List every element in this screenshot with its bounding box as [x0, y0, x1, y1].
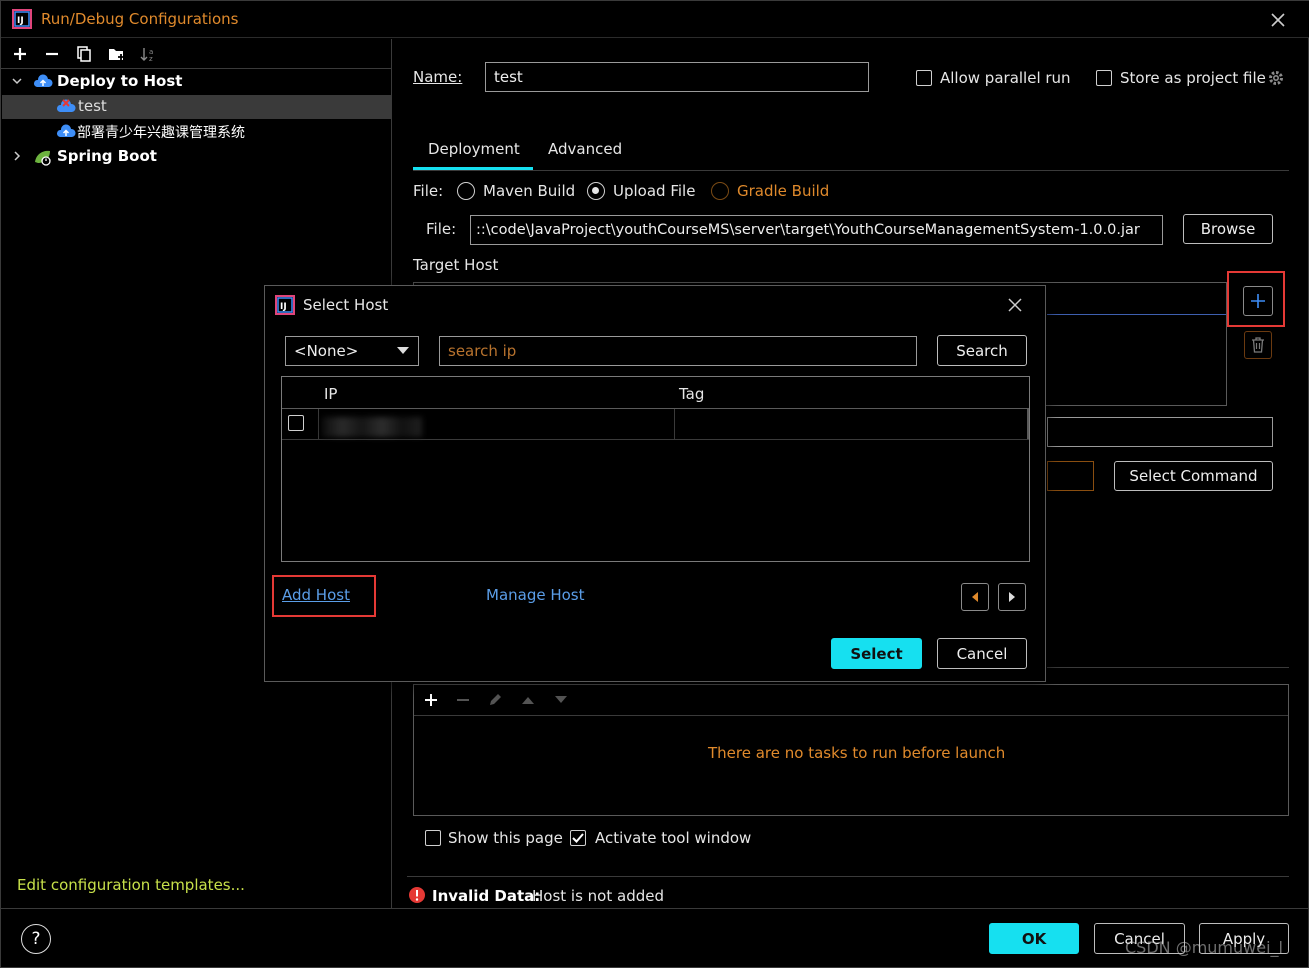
col-tag-header[interactable]: Tag: [679, 385, 704, 403]
minus-icon[interactable]: [454, 691, 472, 709]
search-button[interactable]: Search: [937, 335, 1027, 366]
host-row-ip-redacted: [322, 417, 422, 437]
chevron-down-icon[interactable]: [9, 73, 25, 89]
tab-deployment[interactable]: Deployment: [428, 140, 520, 158]
dialog-select-button[interactable]: Select: [831, 638, 922, 669]
tree-item-youth-course[interactable]: 部署青少年兴趣课管理系统: [77, 122, 245, 142]
prev-page-button[interactable]: [961, 583, 989, 611]
col-ip-header[interactable]: IP: [324, 385, 337, 403]
deploy-cloud-error-icon: [56, 97, 78, 115]
upload-dir-input[interactable]: [1047, 417, 1273, 447]
before-launch-toolbar-divider: [414, 715, 1288, 716]
no-tasks-text: There are no tasks to run before launch: [708, 744, 1006, 762]
copy-icon[interactable]: [74, 44, 94, 64]
intellij-logo-icon: IJ: [12, 9, 32, 29]
new-folder-icon[interactable]: [107, 44, 127, 64]
file-path-input[interactable]: ::\code\JavaProject\youthCourseMS\server…: [470, 215, 1163, 245]
trash-icon[interactable]: [1244, 331, 1272, 359]
radio-maven-label: Maven Build: [483, 182, 576, 200]
select-command-button[interactable]: Select Command: [1114, 461, 1273, 491]
edit-templates-link[interactable]: Edit configuration templates...: [17, 876, 245, 894]
help-icon-glyph: ?: [31, 929, 41, 949]
toolbar-divider: [1, 68, 391, 69]
show-page-checkbox[interactable]: [425, 830, 441, 846]
ok-button[interactable]: OK: [989, 923, 1079, 954]
table-right-edge: [1027, 409, 1029, 439]
add-target-button[interactable]: [1243, 286, 1273, 316]
radio-gradle-build[interactable]: [711, 182, 729, 200]
intellij-logo-icon: IJ: [275, 295, 295, 315]
host-row-checkbox[interactable]: [288, 415, 304, 431]
add-host-link[interactable]: Add Host: [282, 586, 350, 604]
tree-item-deploy-to-host[interactable]: Deploy to Host: [57, 72, 182, 90]
next-page-button[interactable]: [998, 583, 1026, 611]
svg-text:IJ: IJ: [280, 302, 287, 312]
gear-icon[interactable]: [1266, 68, 1286, 88]
activate-tool-label: Activate tool window: [595, 829, 752, 847]
close-icon[interactable]: [1267, 9, 1289, 31]
file-type-label: File:: [413, 182, 444, 200]
dialog-close-icon[interactable]: [1005, 295, 1025, 315]
store-project-checkbox[interactable]: [1096, 70, 1112, 86]
search-ip-placeholder: search ip: [448, 342, 517, 360]
title-bar: IJ Run/Debug Configurations: [1, 1, 1309, 38]
move-up-icon[interactable]: [519, 691, 537, 709]
tabs-divider: [413, 170, 1289, 171]
spring-boot-icon: [33, 147, 53, 167]
move-down-icon[interactable]: [552, 691, 570, 709]
dialog-title: Select Host: [303, 296, 389, 314]
footer-divider: [1, 908, 1309, 909]
table-col-divider: [674, 409, 675, 439]
svg-text:IJ: IJ: [17, 16, 24, 26]
sort-alpha-icon[interactable]: az: [139, 44, 159, 64]
radio-upload-label: Upload File: [613, 182, 696, 200]
plus-icon[interactable]: [10, 44, 30, 64]
store-project-label: Store as project file: [1120, 69, 1266, 87]
target-host-label: Target Host: [413, 256, 499, 274]
chevron-right-icon[interactable]: [9, 148, 25, 164]
error-text: Host is not added: [532, 887, 664, 905]
tag-dropdown-value: <None>: [294, 342, 359, 360]
error-divider: [407, 876, 1289, 877]
minus-icon[interactable]: [42, 44, 62, 64]
name-input[interactable]: test: [485, 62, 869, 92]
tree-item-test[interactable]: test: [78, 97, 107, 115]
dialog-cancel-button[interactable]: Cancel: [937, 638, 1027, 669]
target-host-selection-line: [1047, 314, 1226, 315]
name-label: Name:: [413, 68, 463, 86]
before-launch-divider: [1047, 667, 1289, 668]
select-host-dialog: IJ Select Host <None> search ip Search I…: [264, 285, 1046, 682]
plus-icon[interactable]: [422, 691, 440, 709]
window-title: Run/Debug Configurations: [41, 10, 239, 28]
radio-maven-build[interactable]: [457, 182, 475, 200]
tab-advanced[interactable]: Advanced: [548, 140, 622, 158]
command-input[interactable]: [1047, 461, 1094, 491]
host-table: IP Tag: [281, 376, 1030, 562]
file-path-label: File:: [426, 220, 457, 238]
dropdown-arrow-icon: [395, 344, 411, 358]
activate-tool-checkbox[interactable]: [570, 830, 586, 846]
manage-host-link[interactable]: Manage Host: [486, 586, 585, 604]
pencil-icon[interactable]: [486, 691, 504, 709]
radio-upload-file[interactable]: [587, 182, 605, 200]
deploy-cloud-icon: [56, 122, 76, 140]
table-header-divider: [282, 408, 1029, 409]
error-title: Invalid Data:: [432, 887, 541, 905]
help-icon[interactable]: ?: [21, 924, 51, 954]
error-icon: [408, 886, 426, 904]
allow-parallel-label: Allow parallel run: [940, 69, 1071, 87]
deploy-cloud-icon: [33, 72, 53, 90]
allow-parallel-checkbox[interactable]: [916, 70, 932, 86]
browse-button[interactable]: Browse: [1183, 214, 1273, 244]
show-page-label: Show this page: [448, 829, 563, 847]
radio-gradle-label: Gradle Build: [737, 182, 830, 200]
table-col-divider: [318, 409, 319, 439]
svg-text:z: z: [149, 55, 153, 62]
tree-item-spring-boot[interactable]: Spring Boot: [57, 147, 157, 165]
search-ip-input[interactable]: search ip: [439, 336, 917, 366]
table-row-divider: [282, 439, 1029, 440]
watermark-text: CSDN @mumuwei_l: [1125, 938, 1283, 957]
